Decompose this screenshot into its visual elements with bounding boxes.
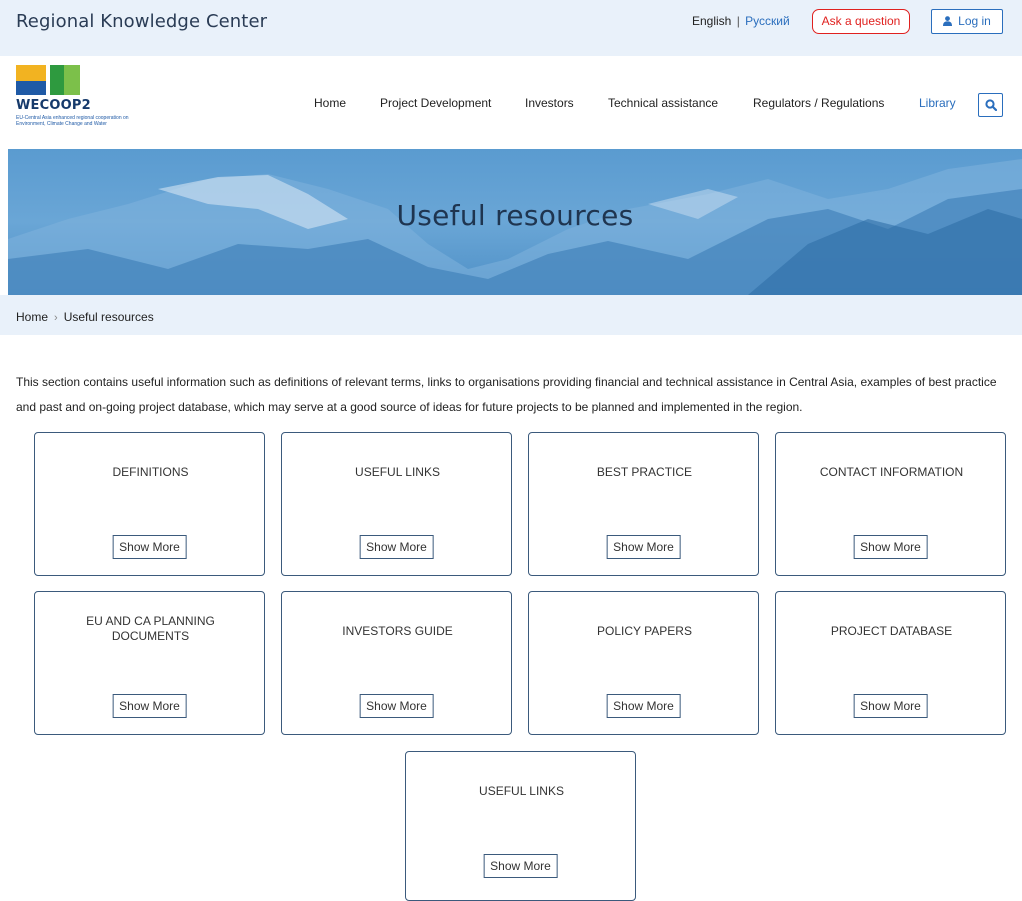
- search-button[interactable]: [978, 93, 1003, 117]
- intro-text: This section contains useful information…: [16, 375, 997, 414]
- nav-home[interactable]: Home: [314, 96, 346, 110]
- main-navbar: WECOOP2 EU-Central Asia enhanced regiona…: [0, 56, 1022, 149]
- resource-card-useful-links: USEFUL LINKS Show More: [281, 432, 512, 576]
- breadcrumb: Home › Useful resources: [0, 295, 1022, 335]
- logo-mark-lightgreen: [64, 65, 80, 95]
- resource-card-best-practice: BEST PRACTICE Show More: [528, 432, 759, 576]
- breadcrumb-home[interactable]: Home: [16, 310, 48, 324]
- show-more-button[interactable]: Show More: [483, 854, 558, 878]
- card-title: DEFINITIONS: [112, 465, 189, 479]
- show-more-button[interactable]: Show More: [853, 535, 928, 559]
- show-more-button[interactable]: Show More: [359, 694, 434, 718]
- nav-technical-assistance[interactable]: Technical assistance: [608, 96, 718, 110]
- login-label: Log in: [958, 14, 991, 28]
- search-icon: [985, 99, 997, 111]
- hero-banner: Useful resources: [8, 149, 1022, 295]
- nav-regulators[interactable]: Regulators / Regulations: [753, 96, 884, 110]
- show-more-button[interactable]: Show More: [606, 535, 681, 559]
- resource-card-contact-information: CONTACT INFORMATION Show More: [775, 432, 1006, 576]
- resource-card-investors-guide: INVESTORS GUIDE Show More: [281, 591, 512, 735]
- card-title: BEST PRACTICE: [596, 465, 693, 479]
- nav-library[interactable]: Library: [919, 96, 956, 110]
- resource-card-definitions: DEFINITIONS Show More: [34, 432, 265, 576]
- wecoop-logo[interactable]: WECOOP2 EU-Central Asia enhanced regiona…: [16, 65, 216, 145]
- card-title: CONTACT INFORMATION: [819, 465, 964, 479]
- logo-name: WECOOP2: [16, 98, 91, 113]
- breadcrumb-separator: ›: [54, 312, 58, 324]
- resource-card-policy-papers: POLICY PAPERS Show More: [528, 591, 759, 735]
- lang-english[interactable]: English: [692, 14, 731, 28]
- resource-card-planning-documents: EU AND CA PLANNING DOCUMENTS Show More: [34, 591, 265, 735]
- nav-project-development[interactable]: Project Development: [380, 96, 491, 110]
- breadcrumb-current: Useful resources: [63, 310, 154, 324]
- card-title: POLICY PAPERS: [597, 624, 692, 638]
- show-more-button[interactable]: Show More: [112, 535, 187, 559]
- logo-subtitle: Environment, Climate Change and Water: [16, 121, 107, 127]
- breadcrumb-trail: Home › Useful resources: [16, 310, 154, 324]
- language-switcher: English | Русский: [692, 14, 790, 28]
- card-title: EU AND CA PLANNING DOCUMENTS: [86, 614, 215, 643]
- show-more-button[interactable]: Show More: [359, 535, 434, 559]
- nav-investors[interactable]: Investors: [525, 96, 574, 110]
- show-more-button[interactable]: Show More: [606, 694, 681, 718]
- card-title: USEFUL LINKS: [479, 784, 564, 798]
- user-icon: [943, 16, 953, 26]
- page-title: Useful resources: [396, 199, 634, 232]
- lang-separator: |: [736, 14, 740, 28]
- card-title: PROJECT DATABASE: [830, 624, 953, 638]
- show-more-button[interactable]: Show More: [112, 694, 187, 718]
- resource-card-project-database: PROJECT DATABASE Show More: [775, 591, 1006, 735]
- logo-mark-blue: [16, 81, 46, 95]
- card-title: USEFUL LINKS: [355, 465, 440, 479]
- resource-card-useful-links-2: USEFUL LINKS Show More: [405, 751, 636, 901]
- ask-question-button[interactable]: Ask a question: [812, 9, 910, 34]
- site-title[interactable]: Regional Knowledge Center: [16, 11, 267, 32]
- lang-russian[interactable]: Русский: [745, 14, 790, 28]
- card-title: INVESTORS GUIDE: [342, 624, 453, 638]
- login-button[interactable]: Log in: [931, 9, 1003, 34]
- show-more-button[interactable]: Show More: [853, 694, 928, 718]
- top-bar: Regional Knowledge Center English | Русс…: [0, 0, 1022, 56]
